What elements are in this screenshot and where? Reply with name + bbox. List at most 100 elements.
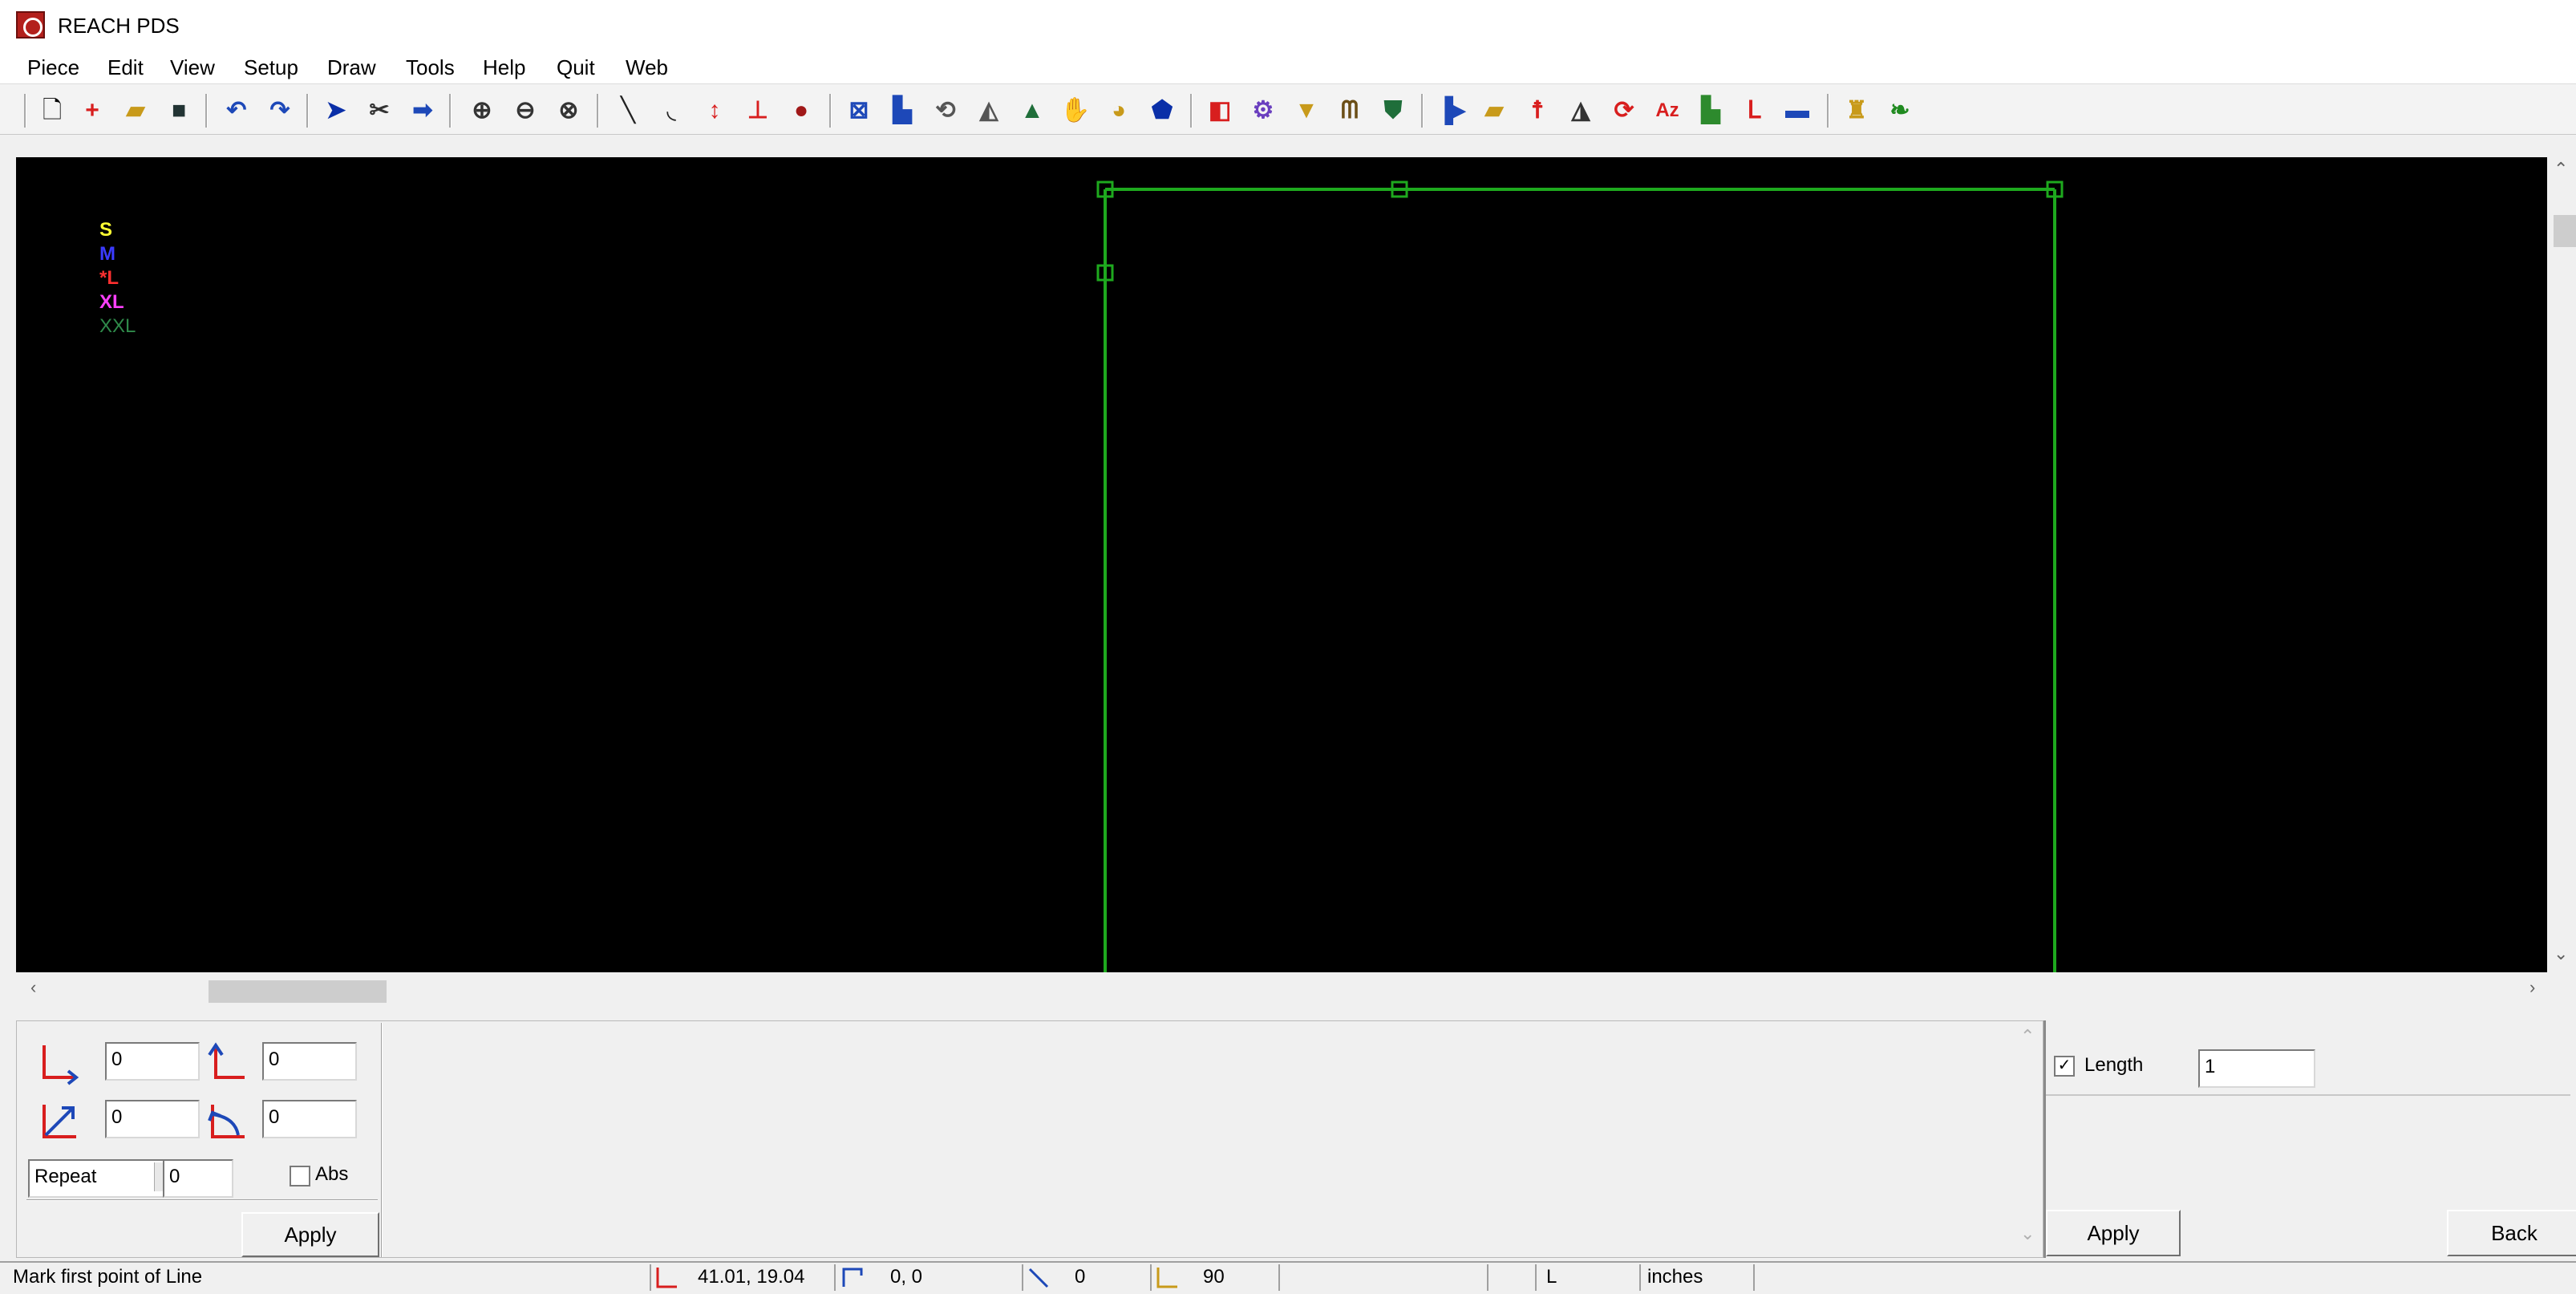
open-folder-icon[interactable]: ▰ bbox=[120, 95, 151, 126]
notch-icon[interactable]: ⊠ bbox=[844, 95, 874, 126]
back-button[interactable]: Back bbox=[2447, 1210, 2576, 1256]
perpendicular-icon[interactable]: ⊥ bbox=[743, 95, 773, 126]
shield-icon[interactable]: ⛊ bbox=[1378, 95, 1408, 126]
apply-button[interactable]: Apply bbox=[241, 1212, 379, 1257]
coordinates-icon bbox=[656, 1268, 677, 1288]
panel-scrollbar[interactable]: ⌃ ⌄ bbox=[2012, 1021, 2043, 1257]
rotate-angle-icon bbox=[208, 1105, 245, 1138]
menu-quit[interactable]: Quit bbox=[557, 51, 595, 83]
repeat-count-field[interactable]: 0 bbox=[163, 1159, 233, 1198]
trophy-icon[interactable]: ♜ bbox=[1841, 95, 1872, 126]
angle-icon bbox=[1028, 1268, 1049, 1288]
rotate-icon[interactable]: ⟲ bbox=[930, 95, 961, 126]
circle-icon[interactable]: ● bbox=[786, 95, 816, 126]
curve-icon[interactable]: ◟ bbox=[656, 95, 687, 126]
status-cell bbox=[1487, 1264, 1537, 1291]
y-offset-field[interactable]: 0 bbox=[262, 1042, 357, 1081]
text-icon[interactable]: Az bbox=[1652, 95, 1683, 126]
menu-piece[interactable]: Piece bbox=[27, 51, 79, 83]
scroll-up-icon[interactable]: ⌃ bbox=[2020, 1024, 2035, 1049]
repeat-select[interactable]: Repeat ▼ bbox=[28, 1159, 182, 1198]
zoom-out-icon[interactable]: ⊖ bbox=[510, 95, 541, 126]
sock-icon[interactable]: ᒪ bbox=[1739, 95, 1769, 126]
status-angle2: 90 bbox=[1203, 1266, 1225, 1288]
pattern-icon[interactable]: ◧ bbox=[1205, 95, 1235, 126]
length-field[interactable]: 0 bbox=[105, 1100, 200, 1138]
comb-icon[interactable]: ᗰ bbox=[1335, 95, 1365, 126]
add-icon[interactable]: + bbox=[77, 95, 107, 126]
new-file-icon[interactable]: 🗋 bbox=[37, 95, 67, 126]
mountain-icon[interactable]: ▲ bbox=[1017, 95, 1047, 126]
gear-icon[interactable]: ⚙ bbox=[1248, 95, 1278, 126]
horizontal-scroll-thumb[interactable] bbox=[209, 980, 387, 1003]
move-icon[interactable]: ➡ bbox=[407, 95, 438, 126]
scroll-left-icon[interactable]: ‹ bbox=[30, 976, 36, 1000]
menu-edit[interactable]: Edit bbox=[107, 51, 144, 83]
status-coordinates: 41.01, 19.04 bbox=[698, 1266, 805, 1288]
vertical-icon[interactable]: ↕ bbox=[699, 95, 730, 126]
toolbar-separator bbox=[1827, 94, 1829, 128]
pattern-piece-drawing[interactable] bbox=[16, 157, 2547, 972]
piece-icon[interactable]: ▙ bbox=[887, 95, 917, 126]
grab-icon[interactable]: ✋ bbox=[1060, 95, 1091, 126]
scroll-right-icon[interactable]: › bbox=[2529, 976, 2535, 1000]
menu-tools[interactable]: Tools bbox=[406, 51, 455, 83]
horizontal-scrollbar[interactable]: ‹ › bbox=[16, 972, 2576, 1004]
zoom-fit-icon[interactable]: ⊗ bbox=[553, 95, 584, 126]
offset-icon bbox=[842, 1268, 863, 1287]
scroll-down-icon[interactable]: ⌄ bbox=[2554, 942, 2568, 966]
redo-icon[interactable]: ↷ bbox=[265, 95, 295, 126]
select-arrow-icon[interactable]: ➤ bbox=[321, 95, 351, 126]
abs-checkbox[interactable] bbox=[290, 1166, 310, 1187]
fill-icon[interactable]: ⬟ bbox=[1147, 95, 1177, 126]
toolbar-separator bbox=[597, 94, 599, 128]
plant-icon[interactable]: ❧ bbox=[1885, 95, 1915, 126]
menu-setup[interactable]: Setup bbox=[244, 51, 298, 83]
scroll-down-icon[interactable]: ⌄ bbox=[2020, 1222, 2035, 1246]
menu-view[interactable]: View bbox=[170, 51, 215, 83]
monitor-icon[interactable]: ▬ bbox=[1782, 95, 1813, 126]
toolbar-separator bbox=[1421, 94, 1424, 128]
open-icon[interactable]: ▰ bbox=[1479, 95, 1509, 126]
boot-icon[interactable]: ▙ bbox=[1695, 95, 1726, 126]
x-offset-field[interactable]: 0 bbox=[105, 1042, 200, 1081]
divider bbox=[381, 1023, 383, 1257]
zoom-in-icon[interactable]: ⊕ bbox=[467, 95, 497, 126]
menu-web[interactable]: Web bbox=[626, 51, 668, 83]
cone-icon[interactable]: ▼ bbox=[1291, 95, 1322, 126]
apply-button[interactable]: Apply bbox=[2046, 1210, 2181, 1256]
drawing-canvas[interactable]: S M *L XL XXL bbox=[16, 157, 2547, 972]
grade-icon[interactable]: ◕ bbox=[1104, 95, 1134, 126]
length-value-field[interactable]: 1 bbox=[2198, 1049, 2315, 1088]
length-label: Length bbox=[2084, 1054, 2144, 1076]
toolbar-separator bbox=[205, 94, 208, 128]
cut-icon[interactable]: ✂ bbox=[364, 95, 395, 126]
walk-icon[interactable]: ▐▸ bbox=[1436, 95, 1466, 126]
toolbar-separator bbox=[1190, 94, 1193, 128]
menu-bar: Piece Edit View Setup Draw Tools Help Qu… bbox=[0, 51, 2576, 83]
status-bar: Mark first point of Line 41.01, 19.04 0,… bbox=[0, 1261, 2576, 1292]
figure-icon[interactable]: ☨ bbox=[1522, 95, 1553, 126]
vertical-scroll-thumb[interactable] bbox=[2554, 215, 2576, 247]
length-angle-icon bbox=[43, 1105, 76, 1138]
angle-field[interactable]: 0 bbox=[262, 1100, 357, 1138]
menu-help[interactable]: Help bbox=[483, 51, 525, 83]
triangle-icon[interactable]: ◭ bbox=[974, 95, 1004, 126]
save-icon[interactable]: ■ bbox=[164, 95, 194, 126]
mirror-icon[interactable]: ◮ bbox=[1565, 95, 1596, 126]
reset-icon[interactable]: ⟳ bbox=[1609, 95, 1639, 126]
undo-icon[interactable]: ↶ bbox=[221, 95, 252, 126]
status-message: Mark first point of Line bbox=[13, 1266, 203, 1288]
menu-draw[interactable]: Draw bbox=[327, 51, 376, 83]
status-cell bbox=[1278, 1264, 1488, 1291]
vertical-scrollbar[interactable]: ⌃ ⌄ bbox=[2547, 157, 2576, 972]
title-bar: REACH PDS bbox=[0, 0, 2576, 51]
line-icon[interactable]: ╲ bbox=[613, 95, 643, 126]
y-offset-icon bbox=[208, 1042, 245, 1079]
scroll-up-icon[interactable]: ⌃ bbox=[2554, 157, 2568, 181]
toolbar-separator bbox=[306, 94, 309, 128]
length-checkbox[interactable]: ✓ bbox=[2054, 1056, 2075, 1077]
abs-label: Abs bbox=[315, 1163, 349, 1185]
status-size: L bbox=[1546, 1266, 1557, 1288]
toolbar: 🗋 + ▰ ■ ↶ ↷ ➤ ✂ ➡ ⊕ ⊖ ⊗ ╲ ◟ ↕ ⊥ ● ⊠ ▙ ⟲ … bbox=[0, 83, 2576, 135]
